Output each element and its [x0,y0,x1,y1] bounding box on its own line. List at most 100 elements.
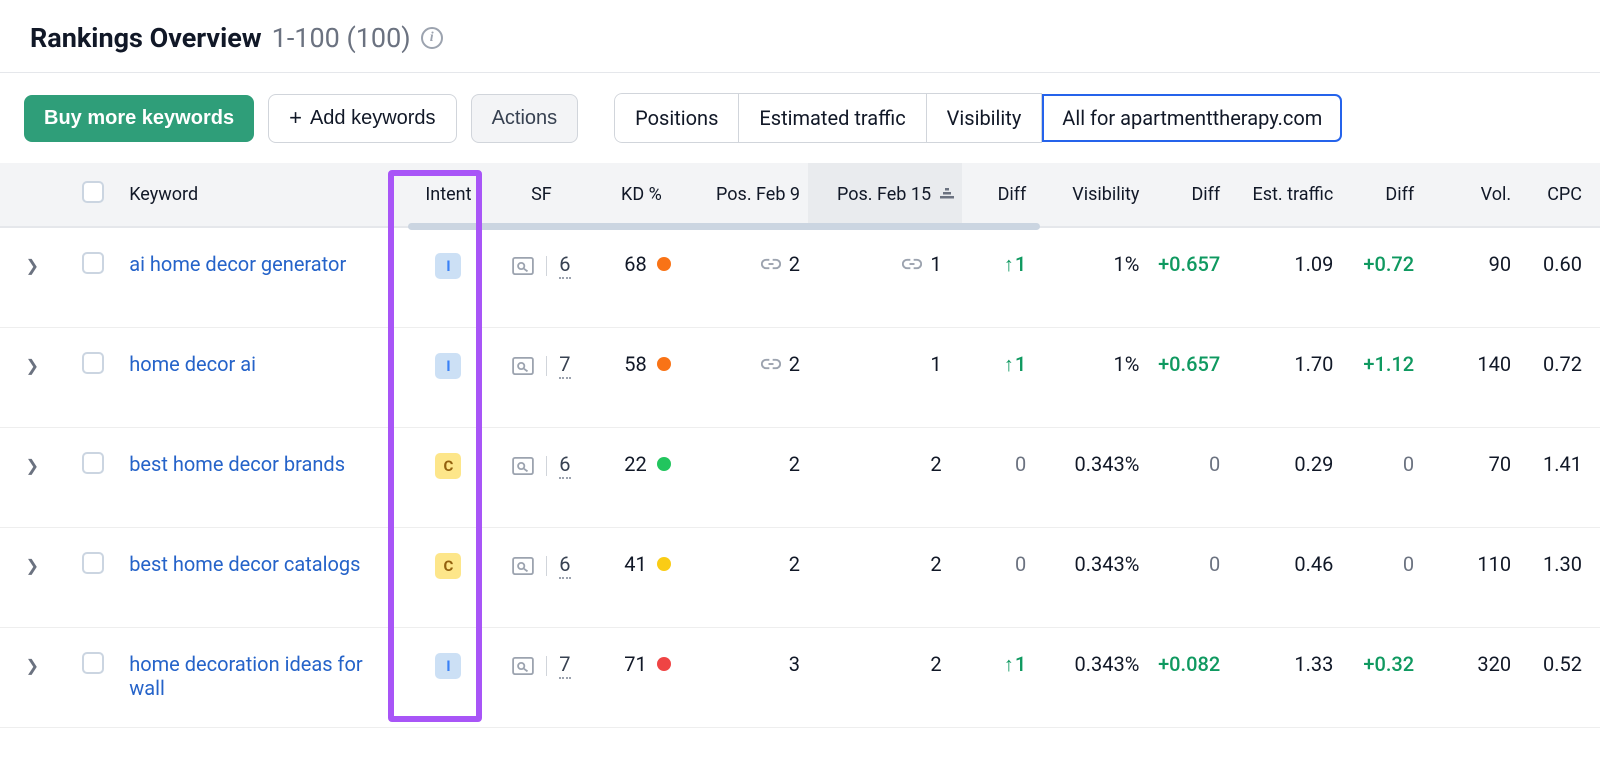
est-traffic-value: 0.46 [1294,552,1333,576]
volume-value: 90 [1489,252,1511,276]
visibility-value: 1% [1114,352,1140,376]
visibility-diff: +0.657 [1158,252,1220,276]
expand-row-icon[interactable]: ❯ [26,456,39,475]
plus-icon: + [289,107,302,129]
intent-badge[interactable]: I [435,653,461,679]
serp-features-icon [512,557,534,575]
tab-visibility[interactable]: Visibility [927,93,1043,143]
row-checkbox[interactable] [82,652,104,674]
info-icon[interactable]: i [421,27,443,49]
sf-cell[interactable]: 6 [512,452,570,479]
intent-badge[interactable]: I [435,253,461,279]
est-traffic-value: 0.29 [1294,452,1333,476]
table-row: ❯ ai home decor generator I 6 68 2 1 1 1% +0.65… [0,228,1600,328]
kd-dot-icon [657,557,671,571]
volume-value: 140 [1477,352,1511,376]
expand-row-icon[interactable]: ❯ [26,256,39,275]
kd-dot-icon [657,657,671,671]
pos-diff: 1 [1004,252,1026,276]
est-traffic-value: 1.70 [1294,352,1333,376]
visibility-value: 1% [1114,252,1140,276]
table-header-row: Keyword Intent SF KD % Pos. Feb 9 Pos. F… [0,163,1600,227]
table-row: ❯best home decor brandsC622 2 200.343%00… [0,428,1600,528]
col-pos2[interactable]: Pos. Feb 15 [808,163,962,227]
kd-cell: 41 [624,552,670,576]
sf-cell[interactable]: 7 [512,652,570,679]
serp-features-icon [512,457,534,475]
pos-current-cell: 1 [930,352,941,376]
actions-button[interactable]: Actions [471,94,579,143]
col-diff3[interactable]: Diff [1341,163,1422,227]
tab-positions[interactable]: Positions [614,93,739,143]
pos-prev-cell: 2 [761,352,800,376]
pos-current-cell: 1 [902,252,941,276]
row-checkbox[interactable] [82,552,104,574]
kd-cell: 71 [624,652,670,676]
sf-cell[interactable]: 6 [512,252,570,279]
col-pos1[interactable]: Pos. Feb 9 [679,163,808,227]
col-intent[interactable]: Intent [396,163,501,227]
col-cpc[interactable]: CPC [1519,163,1600,227]
visibility-value: 0.343% [1075,652,1140,676]
kd-cell: 22 [624,452,670,476]
keyword-link[interactable]: ai home decor generator [129,252,346,276]
rankings-table: Keyword Intent SF KD % Pos. Feb 9 Pos. F… [0,163,1600,728]
col-vis[interactable]: Visibility [1034,163,1147,227]
pos-prev-cell: 2 [761,252,800,276]
sf-cell[interactable]: 7 [512,352,570,379]
expand-row-icon[interactable]: ❯ [26,656,39,675]
row-checkbox[interactable] [82,352,104,374]
intent-badge[interactable]: I [435,353,461,379]
row-checkbox[interactable] [82,452,104,474]
est-traffic-value: 1.33 [1294,652,1333,676]
pos-diff: 1 [1004,652,1026,676]
pos-current-cell: 2 [930,452,941,476]
col-diff2[interactable]: Diff [1147,163,1228,227]
expand-row-icon[interactable]: ❯ [26,356,39,375]
keyword-link[interactable]: home decoration ideas for wall [129,652,362,700]
keyword-link[interactable]: home decor ai [129,352,256,376]
view-segments: Positions Estimated traffic Visibility A… [614,93,1343,143]
serp-features-icon [512,357,534,375]
buy-keywords-button[interactable]: Buy more keywords [24,95,254,142]
col-select-all[interactable] [65,163,122,227]
kd-dot-icon [657,257,671,271]
col-diff1[interactable]: Diff [962,163,1035,227]
col-keyword[interactable]: Keyword [121,163,396,227]
visibility-diff: +0.082 [1158,652,1220,676]
horizontal-scroll-indicator[interactable] [408,223,1040,230]
keyword-link[interactable]: best home decor catalogs [129,552,360,576]
cpc-value: 0.52 [1543,652,1582,676]
select-all-checkbox[interactable] [82,181,104,203]
col-vol[interactable]: Vol. [1422,163,1519,227]
pos-current-cell: 2 [930,652,941,676]
col-est[interactable]: Est. traffic [1228,163,1341,227]
add-keywords-button[interactable]: + Add keywords [268,94,456,143]
tab-estimated-traffic[interactable]: Estimated traffic [739,93,926,143]
est-traffic-diff: +0.72 [1363,252,1414,276]
pos-diff: 1 [1004,352,1026,376]
est-traffic-value: 1.09 [1294,252,1333,276]
pos-prev-cell: 3 [789,652,800,676]
sort-icon [940,184,954,205]
kd-dot-icon [657,357,671,371]
page-title: Rankings Overview [30,22,262,54]
col-sf[interactable]: SF [501,163,582,227]
cpc-value: 1.41 [1543,452,1582,476]
table-row: ❯home decor aiI758 2 111%+0.6571.70+1.12… [0,328,1600,428]
pos-diff: 0 [1015,552,1026,576]
intent-badge[interactable]: C [435,553,461,579]
col-kd[interactable]: KD % [582,163,679,227]
expand-row-icon[interactable]: ❯ [26,556,39,575]
page-range: 1-100 (100) [272,22,411,54]
est-traffic-diff: +0.32 [1363,652,1414,676]
est-traffic-diff: 0 [1403,452,1414,476]
keyword-link[interactable]: best home decor brands [129,452,345,476]
kd-dot-icon [657,457,671,471]
row-checkbox[interactable] [82,252,104,274]
tab-all-for-domain[interactable]: All for apartmenttherapy.com [1042,93,1343,143]
intent-badge[interactable]: C [435,453,461,479]
cpc-value: 1.30 [1543,552,1582,576]
sf-cell[interactable]: 6 [512,552,570,579]
kd-cell: 68 [624,252,670,276]
